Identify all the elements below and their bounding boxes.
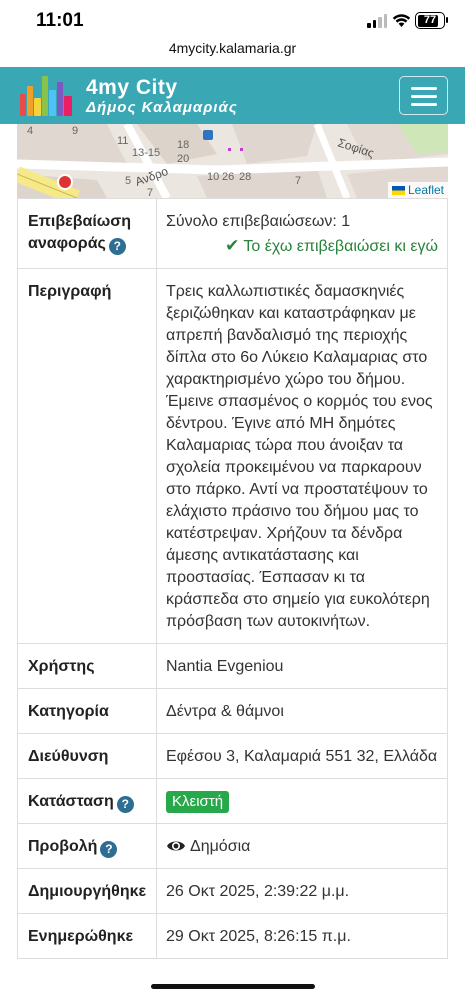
user-label: Χρήστης bbox=[17, 643, 157, 689]
visibility-label: Προβολή bbox=[28, 838, 98, 855]
confirmation-total: Σύνολο επιβεβαιώσεων: 1 bbox=[166, 213, 351, 230]
table-row: Προβολή? Δημόσια bbox=[17, 823, 448, 869]
map-number: 4 bbox=[27, 125, 33, 137]
location-map[interactable]: 4 9 11 13-15 18 20 5 7 10 26 28 7 Σοφίας… bbox=[17, 124, 448, 198]
map-number: 18 bbox=[177, 139, 189, 151]
description-label: Περιγραφή bbox=[17, 268, 157, 644]
visibility-value: Δημόσια bbox=[190, 838, 251, 855]
map-number: 13-15 bbox=[132, 147, 160, 159]
leaflet-link[interactable]: Leaflet bbox=[408, 183, 444, 197]
field-label: Προβολή? bbox=[17, 823, 157, 869]
field-value: Κλειστή bbox=[156, 778, 448, 824]
updated-label: Ενημερώθηκε bbox=[17, 913, 157, 959]
status-label: Κατάσταση bbox=[28, 793, 114, 810]
map-number: 11 bbox=[117, 135, 128, 147]
category-value: Δέντρα & θάμνοι bbox=[156, 688, 448, 734]
brand-title[interactable]: 4my City bbox=[86, 76, 178, 100]
map-number: 5 bbox=[125, 175, 131, 187]
description-text: Τρεις καλλωπιστικές δαμασκηνιές ξεριζώθη… bbox=[156, 268, 448, 644]
url-text: 4mycity.kalamaria.gr bbox=[168, 40, 297, 56]
help-icon[interactable]: ? bbox=[116, 796, 134, 813]
status-time: 11:01 bbox=[36, 10, 84, 31]
created-label: Δημιουργήθηκε bbox=[17, 868, 157, 914]
table-row: Περιγραφή Τρεις καλλωπιστικές δαμασκηνιέ… bbox=[17, 268, 448, 644]
category-label: Κατηγορία bbox=[17, 688, 157, 734]
map-number: 20 bbox=[177, 153, 189, 165]
map-number: 28 bbox=[239, 171, 251, 183]
created-value: 26 Οκτ 2025, 2:39:22 μ.μ. bbox=[156, 868, 448, 914]
map-tiles: 4 9 11 13-15 18 20 5 7 10 26 28 7 Σοφίας… bbox=[17, 124, 448, 198]
report-details-table: Επιβεβαίωση αναφοράς? Σύνολο επιβεβαιώσε… bbox=[17, 198, 448, 959]
help-icon[interactable]: ? bbox=[108, 238, 126, 255]
wifi-icon bbox=[392, 14, 411, 27]
city-logo-icon[interactable] bbox=[20, 76, 74, 116]
table-row: Διεύθυνση Εφέσου 3, Καλαμαριά 551 32, Ελ… bbox=[17, 733, 448, 779]
confirmed-status: ✔ Το έχω επιβεβαιώσει κι εγώ bbox=[225, 236, 438, 255]
map-number: 7 bbox=[147, 187, 153, 198]
map-number: 10 bbox=[207, 171, 219, 183]
home-indicator[interactable] bbox=[151, 984, 315, 989]
field-label: Κατάσταση? bbox=[17, 778, 157, 824]
status-badge: Κλειστή bbox=[166, 791, 230, 813]
help-icon[interactable]: ? bbox=[100, 841, 118, 858]
field-value: Δημόσια bbox=[156, 823, 448, 869]
battery-tip bbox=[446, 17, 448, 23]
battery-level: 77 bbox=[423, 14, 437, 26]
map-number: 9 bbox=[72, 125, 78, 137]
menu-toggle-button[interactable] bbox=[399, 76, 448, 115]
battery-icon: 77 bbox=[415, 12, 445, 29]
hamburger-icon bbox=[411, 87, 437, 90]
map-number: 26 bbox=[222, 171, 234, 183]
address-label: Διεύθυνση bbox=[17, 733, 157, 779]
brand-subtitle: Δήμος Καλαμαριάς bbox=[86, 99, 238, 116]
address-value: Εφέσου 3, Καλαμαριά 551 32, Ελλάδα bbox=[156, 733, 448, 779]
map-attribution[interactable]: Leaflet bbox=[387, 182, 448, 198]
table-row: Επιβεβαίωση αναφοράς? Σύνολο επιβεβαιώσε… bbox=[17, 198, 448, 269]
table-row: Χρήστης Nantia Evgeniou bbox=[17, 643, 448, 689]
check-icon: ✔ bbox=[225, 236, 240, 255]
updated-value: 29 Οκτ 2025, 8:26:15 π.μ. bbox=[156, 913, 448, 959]
cellular-signal-icon bbox=[367, 14, 387, 28]
table-row: Ενημερώθηκε 29 Οκτ 2025, 8:26:15 π.μ. bbox=[17, 913, 448, 959]
site-header: 4my City Δήμος Καλαμαριάς bbox=[0, 67, 465, 124]
map-number: 7 bbox=[295, 175, 301, 187]
table-row: Κατηγορία Δέντρα & θάμνοι bbox=[17, 688, 448, 734]
eye-icon bbox=[167, 841, 185, 851]
address-bar[interactable]: 4mycity.kalamaria.gr bbox=[0, 40, 465, 66]
table-row: Κατάσταση? Κλειστή bbox=[17, 778, 448, 824]
ukraine-flag-icon bbox=[391, 185, 405, 195]
field-value: Σύνολο επιβεβαιώσεων: 1 ✔ Το έχω επιβεβαι… bbox=[156, 198, 448, 269]
status-bar: 11:01 77 bbox=[0, 0, 465, 40]
field-label: Επιβεβαίωση αναφοράς? bbox=[17, 198, 157, 269]
user-value: Nantia Evgeniou bbox=[156, 643, 448, 689]
table-row: Δημιουργήθηκε 26 Οκτ 2025, 2:39:22 μ.μ. bbox=[17, 868, 448, 914]
